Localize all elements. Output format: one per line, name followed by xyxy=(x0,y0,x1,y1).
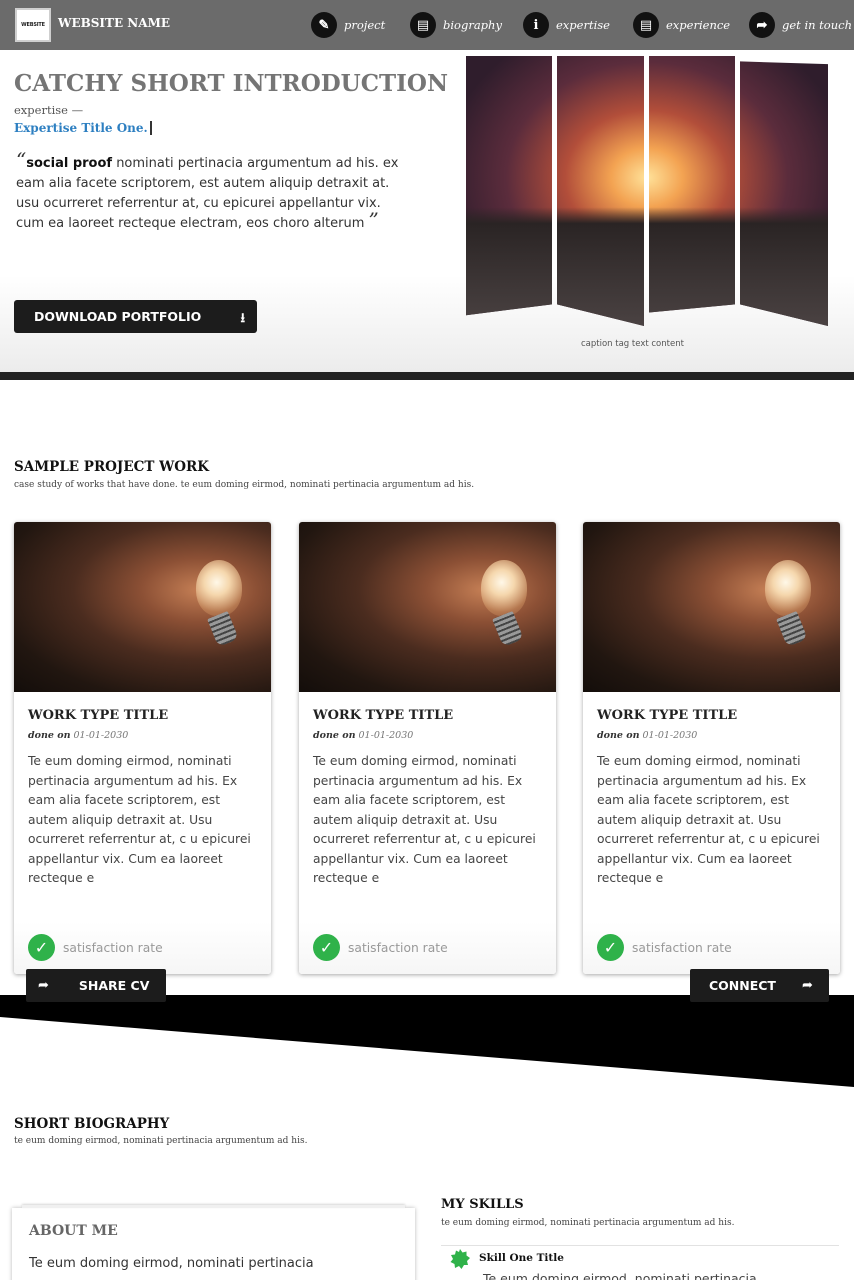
light-bulb xyxy=(765,560,811,616)
card-body: Te eum doming eirmod, nominati pertinaci… xyxy=(313,754,536,885)
card-title: WORK TYPE TITLE xyxy=(28,708,169,723)
nav-item-get-in-touch[interactable]: ➦ get in touch xyxy=(749,12,852,38)
share-cv-label: SHARE CV xyxy=(78,978,150,993)
book-icon: ▤ xyxy=(410,12,436,38)
project-image xyxy=(299,522,556,692)
book-icon: ▤ xyxy=(633,12,659,38)
site-logo[interactable]: WEBSITE xyxy=(15,8,51,42)
close-quote-icon: ” xyxy=(368,208,379,232)
hero-image-panel xyxy=(557,56,644,326)
share-arrow-icon: ➦ xyxy=(38,978,49,993)
card-title: WORK TYPE TITLE xyxy=(313,708,454,723)
nav-item-label: biography xyxy=(443,18,502,32)
card-body: Te eum doming eirmod, nominati pertinaci… xyxy=(28,754,251,885)
project-image xyxy=(583,522,840,692)
light-bulb xyxy=(196,560,242,616)
bulb-base xyxy=(776,610,808,648)
download-portfolio-label: DOWNLOAD PORTFOLIO xyxy=(34,309,202,324)
download-icon: ⭳ xyxy=(240,311,245,326)
biography-title: SHORT BIOGRAPHY xyxy=(14,1116,170,1132)
hero-image-panels xyxy=(466,56,828,326)
check-circle-icon: ✓ xyxy=(313,934,340,961)
badge-icon xyxy=(450,1249,470,1269)
share-arrow-icon: ➦ xyxy=(749,12,775,38)
date-label: done on xyxy=(313,730,356,741)
card-date: done on 01-01-2030 xyxy=(28,730,128,741)
logo-text: WEBSITE xyxy=(21,22,45,28)
projects-subtitle: case study of works that have done. te e… xyxy=(14,480,475,490)
nav-item-label: experience xyxy=(666,18,731,32)
skill-text: Te eum doming eirmod, nominati pertinaci… xyxy=(483,1271,757,1280)
check-circle-icon: ✓ xyxy=(28,934,55,961)
date-value: 01-01-2030 xyxy=(642,730,698,741)
diagonal-band xyxy=(0,995,854,1087)
section-divider xyxy=(0,372,854,380)
download-portfolio-button[interactable]: DOWNLOAD PORTFOLIO ⭳ xyxy=(14,300,257,333)
satisfaction-rate: satisfaction rate xyxy=(63,941,163,955)
connect-button[interactable]: CONNECT ➦ xyxy=(690,969,829,1002)
nav-item-expertise[interactable]: i expertise xyxy=(523,12,610,38)
satisfaction-rate: satisfaction rate xyxy=(348,941,448,955)
hero-image-panel xyxy=(740,61,828,326)
bulb-base xyxy=(207,610,239,648)
skills-title: MY SKILLS xyxy=(441,1197,524,1212)
nav-item-label: expertise xyxy=(556,18,610,32)
social-proof-quote: “social proof nominati pertinacia argume… xyxy=(16,150,408,234)
skill-title: Skill One Title xyxy=(479,1252,564,1264)
nav-item-label: project xyxy=(344,18,386,32)
project-card[interactable]: WORK TYPE TITLE done on 01-01-2030 Te eu… xyxy=(583,522,840,974)
card-body: Te eum doming eirmod, nominati pertinaci… xyxy=(597,754,820,885)
bulb-base xyxy=(492,610,524,648)
project-card[interactable]: WORK TYPE TITLE done on 01-01-2030 Te eu… xyxy=(299,522,556,974)
info-icon: i xyxy=(523,12,549,38)
date-label: done on xyxy=(597,730,640,741)
hero-section: CATCHY SHORT INTRODUCTION expertise — Ex… xyxy=(0,50,854,372)
card-stack-edge xyxy=(22,1205,405,1208)
open-quote-icon: “ xyxy=(16,148,27,172)
pencil-icon: ✎ xyxy=(311,12,337,38)
top-navbar: WEBSITE WEBSITE NAME ✎ project ▤ biograp… xyxy=(0,0,854,50)
hero-image-panel xyxy=(466,56,552,316)
share-arrow-icon: ➦ xyxy=(801,978,813,993)
about-me-card: ABOUT ME Te eum doming eirmod, nominati … xyxy=(12,1205,415,1280)
about-me-title: ABOUT ME xyxy=(29,1223,118,1239)
nav-item-biography[interactable]: ▤ biography xyxy=(410,12,502,38)
date-value: 01-01-2030 xyxy=(358,730,414,741)
date-value: 01-01-2030 xyxy=(73,730,129,741)
expertise-label: expertise — xyxy=(14,103,84,117)
quote-bold: social proof xyxy=(26,156,113,171)
expertise-title: Expertise Title One. xyxy=(14,121,152,135)
card-title: WORK TYPE TITLE xyxy=(597,708,738,723)
skills-subtitle: te eum doming eirmod, nominati pertinaci… xyxy=(441,1218,735,1228)
project-image xyxy=(14,522,271,692)
card-date: done on 01-01-2030 xyxy=(597,730,697,741)
projects-title: SAMPLE PROJECT WORK xyxy=(14,459,209,475)
share-cv-button[interactable]: ➦ SHARE CV xyxy=(26,969,166,1002)
check-circle-icon: ✓ xyxy=(597,934,624,961)
card-date: done on 01-01-2030 xyxy=(313,730,413,741)
project-card[interactable]: WORK TYPE TITLE done on 01-01-2030 Te eu… xyxy=(14,522,271,974)
light-bulb xyxy=(481,560,527,616)
hero-title: CATCHY SHORT INTRODUCTION xyxy=(14,70,448,97)
hero-image-panel xyxy=(649,56,735,313)
nav-item-experience[interactable]: ▤ experience xyxy=(633,12,730,38)
skills-divider xyxy=(441,1245,839,1246)
date-label: done on xyxy=(28,730,71,741)
image-caption: caption tag text content xyxy=(581,339,684,349)
nav-item-label: get in touch xyxy=(782,18,852,32)
satisfaction-rate: satisfaction rate xyxy=(632,941,732,955)
nav-item-project[interactable]: ✎ project xyxy=(311,12,385,38)
about-me-text: Te eum doming eirmod, nominati pertinaci… xyxy=(29,1256,314,1271)
connect-label: CONNECT xyxy=(709,978,776,993)
site-name[interactable]: WEBSITE NAME xyxy=(58,16,170,30)
biography-subtitle: te eum doming eirmod, nominati pertinaci… xyxy=(14,1136,308,1146)
